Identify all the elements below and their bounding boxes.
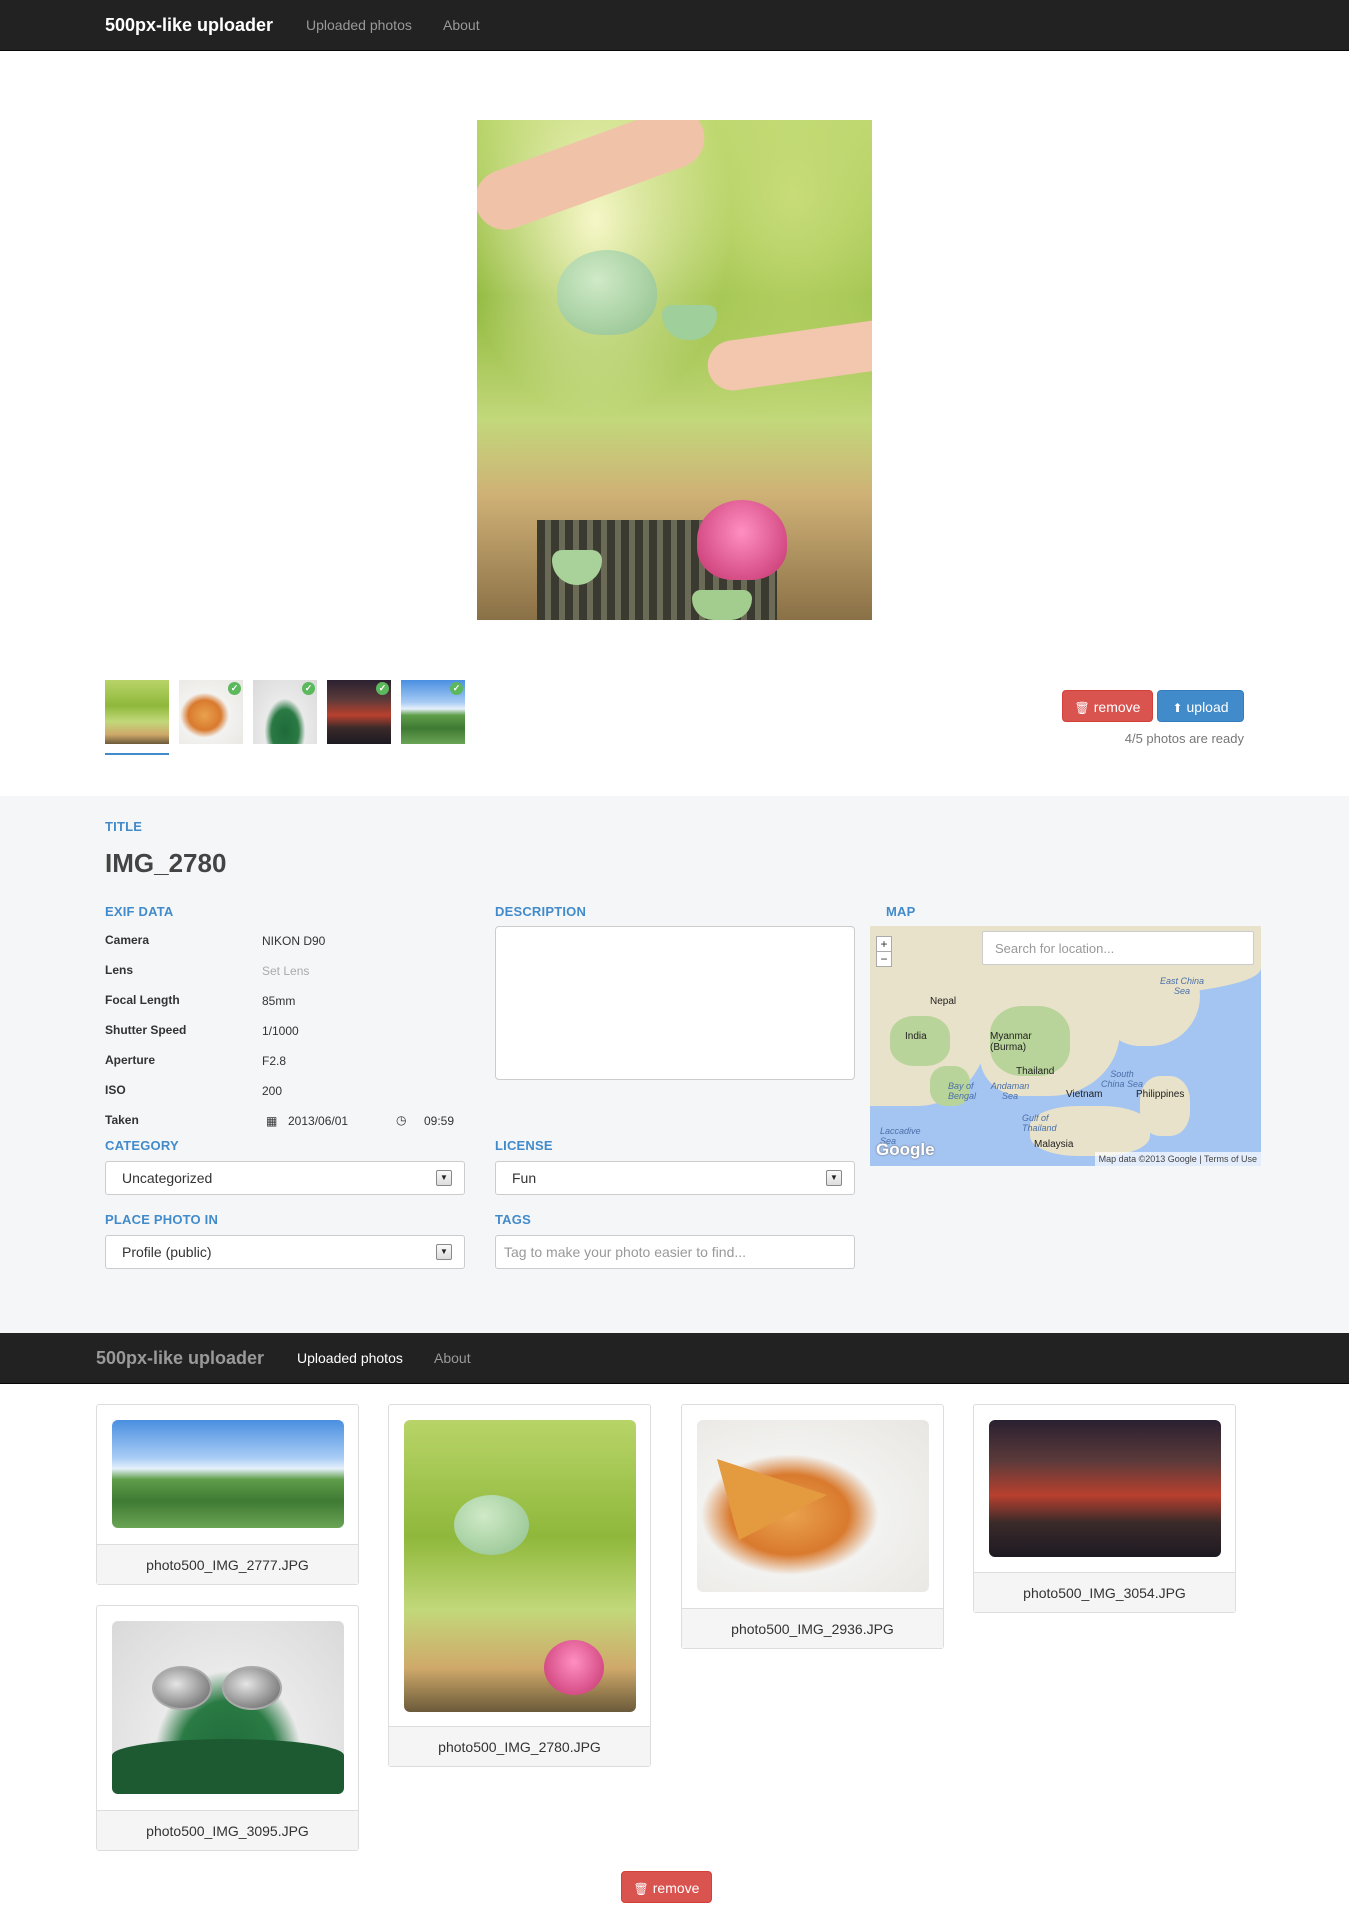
place-photo-label: PLACE PHOTO IN bbox=[105, 1212, 219, 1227]
photo-card[interactable]: photo500_IMG_2777.JPG bbox=[96, 1404, 359, 1585]
map-terms-link[interactable]: Terms of Use bbox=[1204, 1154, 1257, 1164]
map-sea-label: South China Sea bbox=[1100, 1069, 1144, 1089]
photo-filename: photo500_IMG_2936.JPG bbox=[682, 1608, 943, 1648]
place-photo-select[interactable]: Profile (public) ▼ bbox=[105, 1235, 465, 1269]
gallery-navbar: 500px-like uploader Uploaded photos Abou… bbox=[0, 1333, 1349, 1384]
photo-filename: photo500_IMG_3054.JPG bbox=[974, 1572, 1235, 1612]
map-sea-label: Andaman Sea bbox=[990, 1081, 1030, 1101]
selected-photo-preview bbox=[477, 120, 872, 620]
photo-card[interactable]: photo500_IMG_2936.JPG bbox=[681, 1404, 944, 1649]
map-zoom-out-button[interactable]: − bbox=[876, 951, 892, 967]
map-place-label: Vietnam bbox=[1066, 1089, 1103, 1100]
category-label: CATEGORY bbox=[105, 1138, 179, 1153]
map-sea-label: Bay of Bengal bbox=[948, 1081, 977, 1101]
photo-card[interactable]: photo500_IMG_3054.JPG bbox=[973, 1404, 1236, 1613]
trash-icon: 🗑 bbox=[633, 1882, 649, 1896]
map-place-label: Thailand bbox=[1016, 1066, 1055, 1077]
map-place-label: Myanmar (Burma) bbox=[990, 1031, 1032, 1053]
map-place-label: Philippines bbox=[1136, 1089, 1185, 1100]
photo-image bbox=[404, 1420, 636, 1712]
license-select[interactable]: Fun ▼ bbox=[495, 1161, 855, 1195]
gallery-remove-button[interactable]: 🗑 remove bbox=[621, 1871, 712, 1903]
nav-link-uploaded-photos[interactable]: Uploaded photos bbox=[297, 1333, 403, 1383]
photo-card[interactable]: photo500_IMG_2780.JPG bbox=[388, 1404, 651, 1767]
photo-card[interactable]: photo500_IMG_3095.JPG bbox=[96, 1605, 359, 1851]
trash-icon: 🗑 bbox=[1074, 701, 1090, 715]
upload-icon: ⬆ bbox=[1172, 701, 1183, 715]
exif-lens-value[interactable]: Set Lens bbox=[262, 964, 309, 978]
exif-label: EXIF DATA bbox=[105, 904, 174, 919]
remove-button[interactable]: 🗑 remove bbox=[1062, 690, 1153, 722]
nav-link-about[interactable]: About bbox=[443, 0, 480, 50]
map-zoom-in-button[interactable]: + bbox=[876, 936, 892, 952]
description-label: DESCRIPTION bbox=[495, 904, 587, 919]
description-textarea[interactable] bbox=[495, 926, 855, 1080]
map-attribution: Map data ©2013 Google | Terms of Use bbox=[1094, 1152, 1261, 1166]
dropdown-arrow-icon: ▼ bbox=[826, 1170, 842, 1186]
exif-shutter-speed-value[interactable]: 1/1000 bbox=[262, 1024, 299, 1038]
exif-key-taken: Taken bbox=[105, 1113, 139, 1127]
exif-taken-time[interactable]: 09:59 bbox=[424, 1114, 454, 1128]
photo-filename: photo500_IMG_2780.JPG bbox=[389, 1726, 650, 1766]
dropdown-arrow-icon: ▼ bbox=[436, 1244, 452, 1260]
map-sea-label: East China Sea bbox=[1159, 976, 1205, 996]
photo-image bbox=[697, 1420, 929, 1592]
clock-icon: ◷ bbox=[396, 1113, 407, 1127]
thumbnail-img-2777[interactable]: ✓ bbox=[401, 680, 465, 744]
map-label: MAP bbox=[886, 904, 916, 919]
photo-filename: photo500_IMG_3095.JPG bbox=[97, 1810, 358, 1850]
map-sea-label: Gulf of Thailand bbox=[1022, 1113, 1057, 1133]
ready-check-icon: ✓ bbox=[302, 682, 315, 695]
nav-link-uploaded-photos[interactable]: Uploaded photos bbox=[306, 0, 412, 50]
exif-camera-value[interactable]: NIKON D90 bbox=[262, 934, 325, 948]
map-place-label: India bbox=[905, 1031, 927, 1042]
ready-check-icon: ✓ bbox=[228, 682, 241, 695]
exif-iso-value[interactable]: 200 bbox=[262, 1084, 282, 1098]
top-navbar: 500px-like uploader Uploaded photos Abou… bbox=[0, 0, 1349, 51]
thumbnail-img-3095[interactable]: ✓ bbox=[253, 680, 317, 744]
navbar-brand[interactable]: 500px-like uploader bbox=[96, 1333, 264, 1383]
thumbnail-img-2780[interactable] bbox=[105, 680, 169, 744]
google-logo: Google bbox=[876, 1140, 935, 1159]
exif-key-camera: Camera bbox=[105, 933, 150, 947]
dropdown-arrow-icon: ▼ bbox=[436, 1170, 452, 1186]
calendar-icon: ▦ bbox=[266, 1114, 278, 1128]
location-map[interactable]: + − Nepal India Myanmar (Burma) Thailand… bbox=[870, 926, 1261, 1166]
ready-check-icon: ✓ bbox=[450, 682, 463, 695]
thumbnail-img-3054[interactable]: ✓ bbox=[327, 680, 391, 744]
ready-check-icon: ✓ bbox=[376, 682, 389, 695]
map-place-label: Nepal bbox=[930, 996, 957, 1007]
exif-focal-length-value[interactable]: 85mm bbox=[262, 994, 295, 1008]
selected-thumbnail-indicator bbox=[105, 753, 169, 755]
tags-input[interactable] bbox=[495, 1235, 855, 1269]
upload-button[interactable]: ⬆ upload bbox=[1157, 690, 1244, 722]
exif-key-lens: Lens bbox=[105, 963, 134, 977]
exif-key-aperture: Aperture bbox=[105, 1053, 156, 1067]
photo-filename: photo500_IMG_2777.JPG bbox=[97, 1544, 358, 1584]
license-label: LICENSE bbox=[495, 1138, 553, 1153]
photo-title[interactable]: IMG_2780 bbox=[105, 848, 226, 879]
exif-taken-date[interactable]: 2013/06/01 bbox=[288, 1114, 348, 1128]
exif-aperture-value[interactable]: F2.8 bbox=[262, 1054, 286, 1068]
thumbnail-img-2936[interactable]: ✓ bbox=[179, 680, 243, 744]
photo-image bbox=[112, 1621, 344, 1794]
photo-image bbox=[989, 1420, 1221, 1557]
exif-key-iso: ISO bbox=[105, 1083, 126, 1097]
title-label: TITLE bbox=[105, 819, 143, 834]
map-place-label: Malaysia bbox=[1034, 1139, 1074, 1150]
photo-image bbox=[112, 1420, 344, 1528]
exif-key-shutter-speed: Shutter Speed bbox=[105, 1023, 187, 1037]
tags-label: TAGS bbox=[495, 1212, 531, 1227]
navbar-brand[interactable]: 500px-like uploader bbox=[105, 0, 273, 50]
nav-link-about[interactable]: About bbox=[434, 1333, 471, 1383]
map-search-input[interactable] bbox=[982, 931, 1254, 965]
category-select[interactable]: Uncategorized ▼ bbox=[105, 1161, 465, 1195]
ready-status: 4/5 photos are ready bbox=[1124, 731, 1244, 746]
exif-key-focal-length: Focal Length bbox=[105, 993, 180, 1007]
